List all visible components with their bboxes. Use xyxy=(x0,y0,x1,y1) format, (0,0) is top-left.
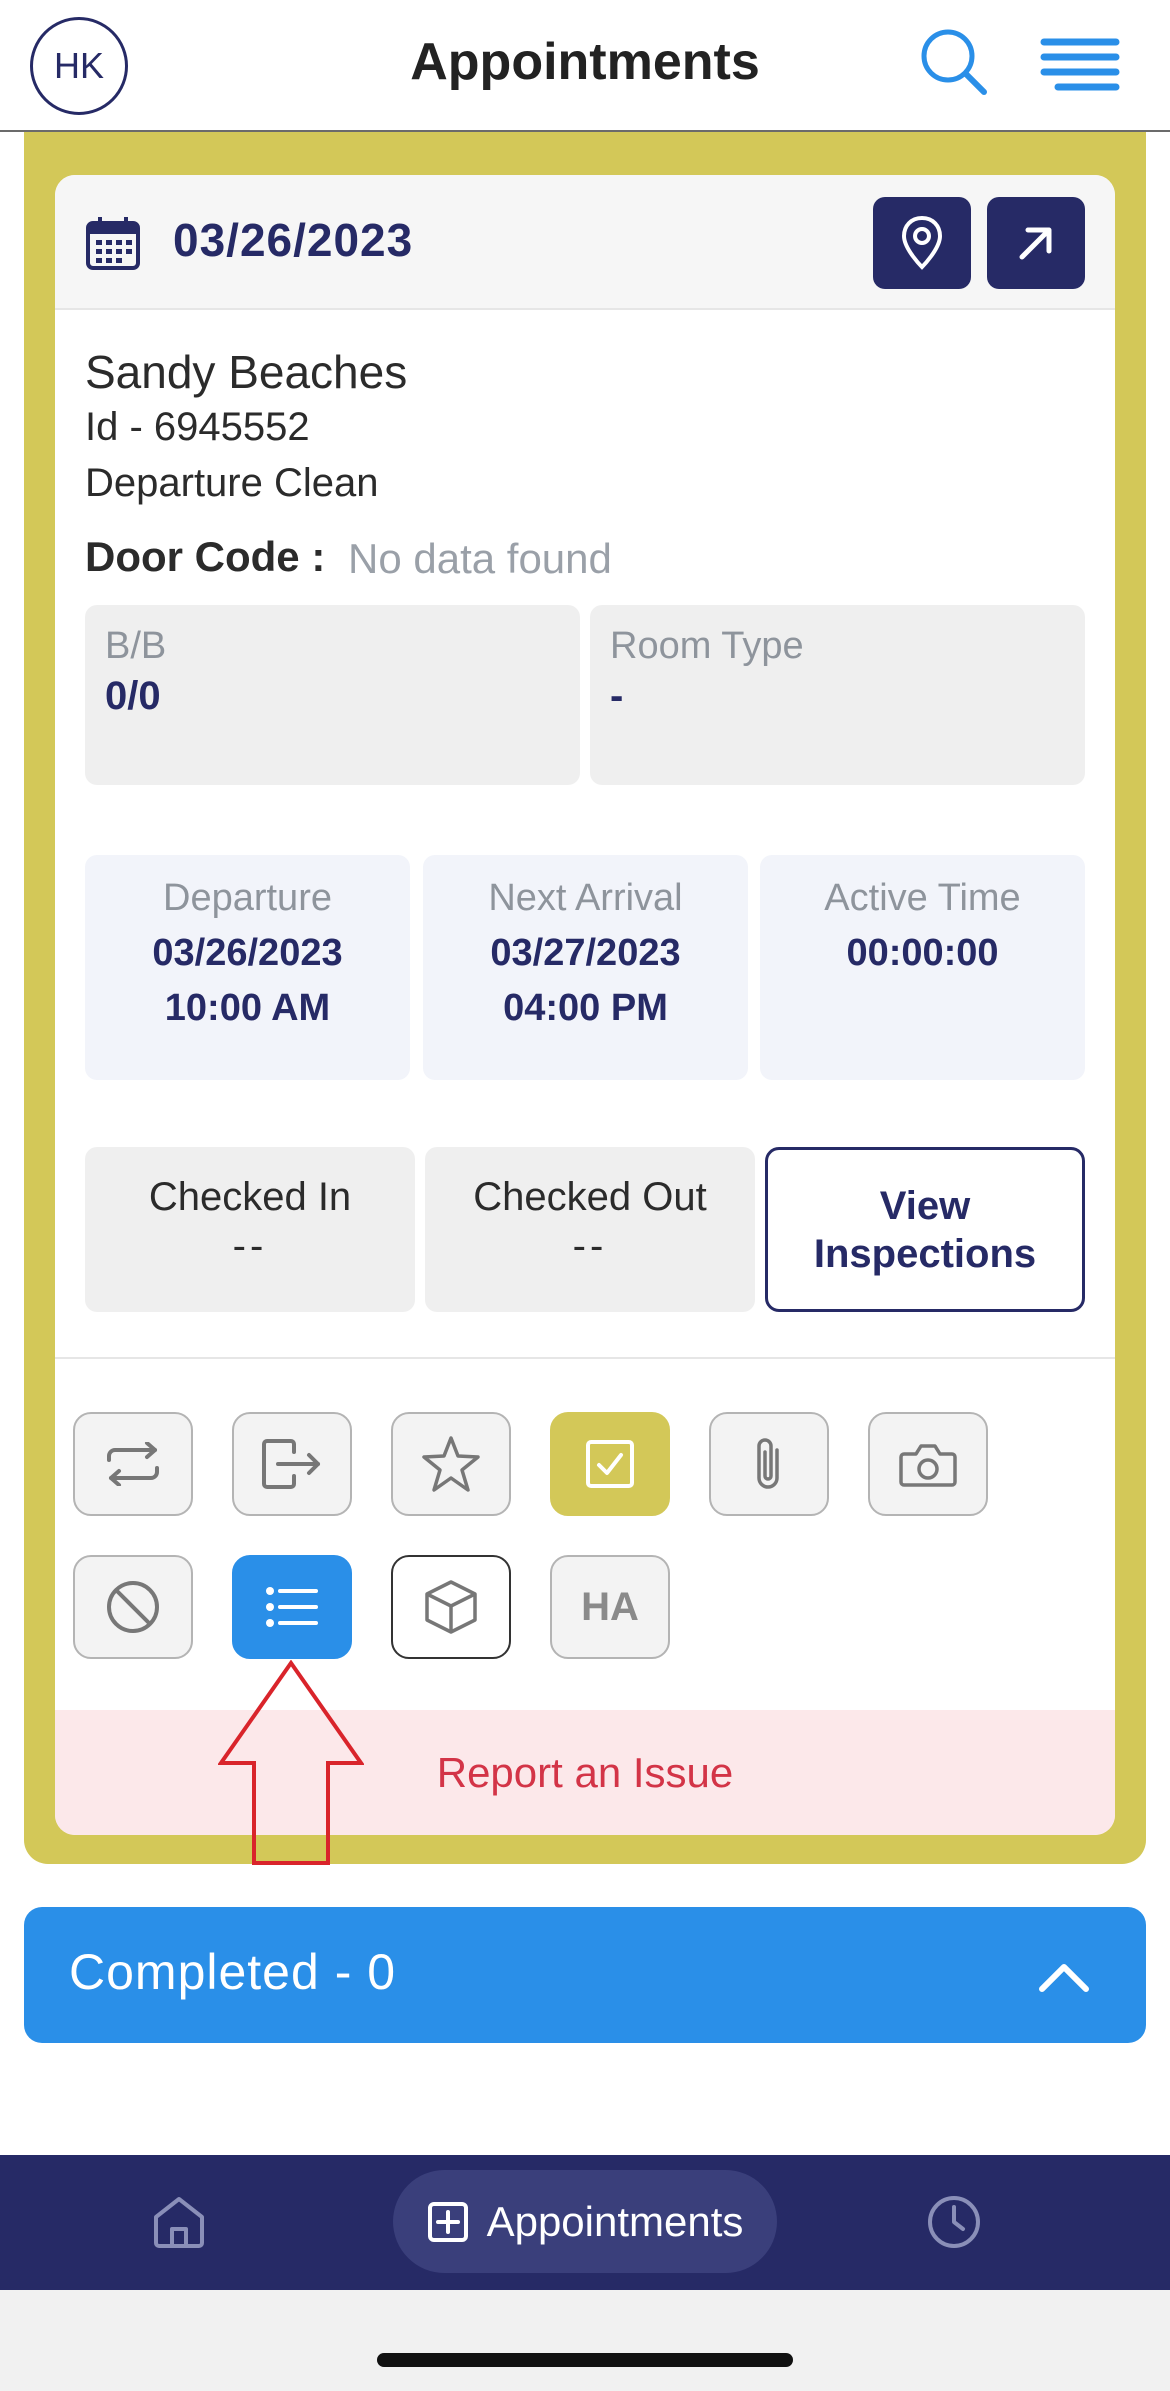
calendar-icon xyxy=(86,217,140,270)
app-header: HK Appointments xyxy=(0,0,1170,132)
arrow-up-right-icon xyxy=(1019,227,1052,260)
departure-box: Departure 03/26/2023 10:00 AM xyxy=(85,855,410,1080)
checked-out-value: -- xyxy=(572,1224,608,1268)
open-details-button[interactable] xyxy=(987,197,1085,289)
checked-in-label: Checked In xyxy=(148,1175,352,1219)
checked-out-label: Checked Out xyxy=(473,1175,707,1219)
map-pin-icon xyxy=(901,215,943,270)
checked-in-value: -- xyxy=(232,1224,268,1268)
home-indicator[interactable] xyxy=(377,2353,793,2367)
nav-appointments-label: Appointments xyxy=(486,2197,744,2245)
arrow-annotation xyxy=(218,1660,364,1865)
inventory-button[interactable] xyxy=(391,1555,511,1659)
home-icon[interactable] xyxy=(150,2193,208,2251)
plus-square-icon xyxy=(427,2201,468,2242)
reassign-button[interactable] xyxy=(73,1412,193,1516)
search-icon[interactable] xyxy=(918,26,990,98)
cancel-button[interactable] xyxy=(73,1555,193,1659)
card-header: 03/26/2023 xyxy=(55,175,1115,310)
menu-icon[interactable] xyxy=(1040,34,1120,94)
checkbox-checked-icon xyxy=(586,1440,634,1488)
favorite-button[interactable] xyxy=(391,1412,511,1516)
next-arrival-date: 03/27/2023 xyxy=(490,932,681,974)
active-time-box: Active Time 00:00:00 xyxy=(760,855,1085,1080)
checklist-complete-button[interactable] xyxy=(550,1412,670,1516)
bottom-nav: Appointments xyxy=(0,2155,1170,2290)
room-type-box: Room Type - xyxy=(590,605,1085,785)
block-icon xyxy=(107,1581,159,1633)
view-inspections-button[interactable]: View Inspections xyxy=(765,1147,1085,1312)
ha-label: HA xyxy=(581,1584,639,1629)
service-type: Departure Clean xyxy=(85,461,379,505)
next-arrival-label: Next Arrival xyxy=(488,877,683,919)
departure-label: Departure xyxy=(163,877,332,919)
reservation-id: Id - 6945552 xyxy=(85,405,310,449)
home-indicator-area xyxy=(0,2290,1170,2391)
chevron-up-icon xyxy=(1039,1964,1089,1992)
completed-label: Completed - 0 xyxy=(69,1944,397,2000)
attachment-button[interactable] xyxy=(709,1412,829,1516)
door-code-value: No data found xyxy=(348,535,612,582)
checkout-button[interactable] xyxy=(232,1412,352,1516)
page-title: Appointments xyxy=(410,33,760,91)
departure-date: 03/26/2023 xyxy=(152,932,343,974)
nav-appointments[interactable]: Appointments xyxy=(393,2170,777,2273)
list-icon xyxy=(266,1587,318,1627)
checked-out-box: Checked Out -- xyxy=(425,1147,755,1312)
bb-label: B/B xyxy=(105,625,167,667)
appointment-date: 03/26/2023 xyxy=(173,214,414,266)
report-issue-button[interactable]: Report an Issue xyxy=(55,1710,1115,1835)
star-icon xyxy=(422,1436,480,1492)
camera-button[interactable] xyxy=(868,1412,988,1516)
guest-name: Sandy Beaches xyxy=(85,346,408,398)
completed-section-toggle[interactable]: Completed - 0 xyxy=(24,1907,1146,2043)
task-list-button[interactable] xyxy=(232,1555,352,1659)
active-time-value: 00:00:00 xyxy=(846,932,999,974)
divider xyxy=(55,1357,1115,1359)
checked-in-box: Checked In -- xyxy=(85,1147,415,1312)
swap-arrows-icon xyxy=(107,1442,159,1486)
bb-value: 0/0 xyxy=(105,674,161,718)
room-type-value: - xyxy=(610,674,624,718)
bb-box: B/B 0/0 xyxy=(85,605,580,785)
paperclip-icon xyxy=(757,1438,779,1489)
location-button[interactable] xyxy=(873,197,971,289)
exit-icon xyxy=(262,1439,320,1489)
ha-button[interactable]: HA xyxy=(550,1555,670,1659)
door-code-label: Door Code : xyxy=(85,533,326,580)
box-icon xyxy=(425,1580,477,1634)
clock-icon[interactable] xyxy=(925,2193,983,2251)
room-type-label: Room Type xyxy=(610,625,804,667)
camera-icon xyxy=(899,1444,957,1487)
next-arrival-time: 04:00 PM xyxy=(503,987,668,1030)
appointment-card: 03/26/2023 Sandy Beaches Id - 6945552 De… xyxy=(55,175,1115,1835)
departure-time: 10:00 AM xyxy=(164,987,331,1030)
next-arrival-box: Next Arrival 03/27/2023 04:00 PM xyxy=(423,855,748,1080)
active-time-label: Active Time xyxy=(824,877,1021,919)
